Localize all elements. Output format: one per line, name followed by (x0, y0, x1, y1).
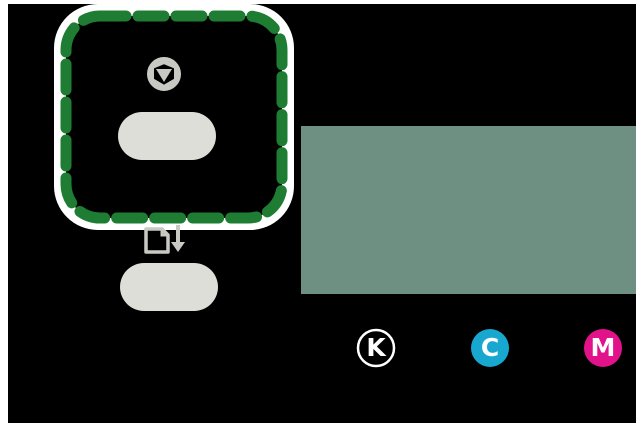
printer-control-panel: K C M (8, 4, 636, 423)
copy-button[interactable] (120, 263, 218, 311)
ink-label-black: K (366, 333, 386, 362)
lcd-display (301, 126, 636, 294)
ink-indicator-cyan: C (470, 328, 510, 368)
ink-label-cyan: C (480, 333, 500, 362)
stop-button[interactable] (118, 112, 216, 160)
ink-indicator-black: K (356, 328, 396, 368)
copy-document-icon (140, 222, 196, 256)
ink-label-magenta: M (590, 333, 616, 362)
ink-indicator-magenta: M (583, 328, 623, 368)
stop-icon (144, 54, 184, 94)
